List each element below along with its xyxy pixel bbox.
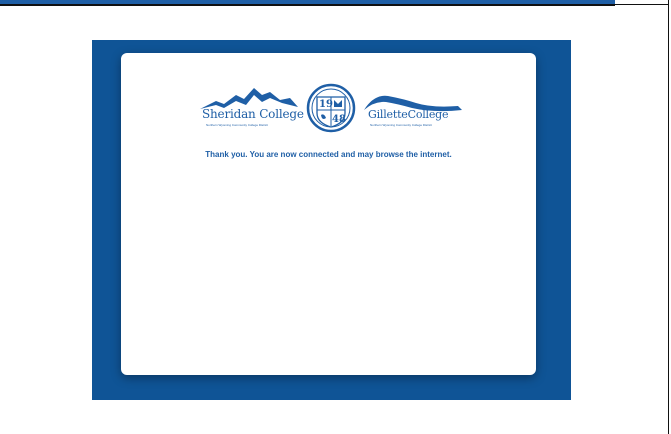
seal-year-top: 19 (319, 99, 333, 110)
sheridan-logo-text: Sheridan College (202, 107, 304, 121)
gillette-college-logo: GilletteCollege Northern Wyoming Communi… (362, 90, 466, 130)
sheridan-logo-tagline: Northern Wyoming Community College Distr… (206, 123, 268, 127)
college-logos: Sheridan College Northern Wyoming Commun… (198, 83, 463, 133)
seal-icon: 19 48 (306, 83, 356, 133)
portal-card: Sheridan College Northern Wyoming Commun… (121, 53, 536, 375)
seal-year-bottom: 48 (332, 114, 346, 125)
browser-top-bar (0, 0, 615, 6)
top-divider (615, 4, 668, 5)
gillette-logo-text: GilletteCollege (368, 108, 449, 121)
right-edge-divider (668, 0, 669, 434)
captive-portal-screen: Sheridan College Northern Wyoming Commun… (0, 0, 671, 434)
sheridan-college-logo: Sheridan College Northern Wyoming Commun… (198, 83, 304, 133)
district-seal-logo: 19 48 (304, 83, 358, 133)
gillette-logo-tagline: Northern Wyoming Community College Distr… (370, 123, 432, 127)
connection-status-message: Thank you. You are now connected and may… (205, 150, 452, 159)
